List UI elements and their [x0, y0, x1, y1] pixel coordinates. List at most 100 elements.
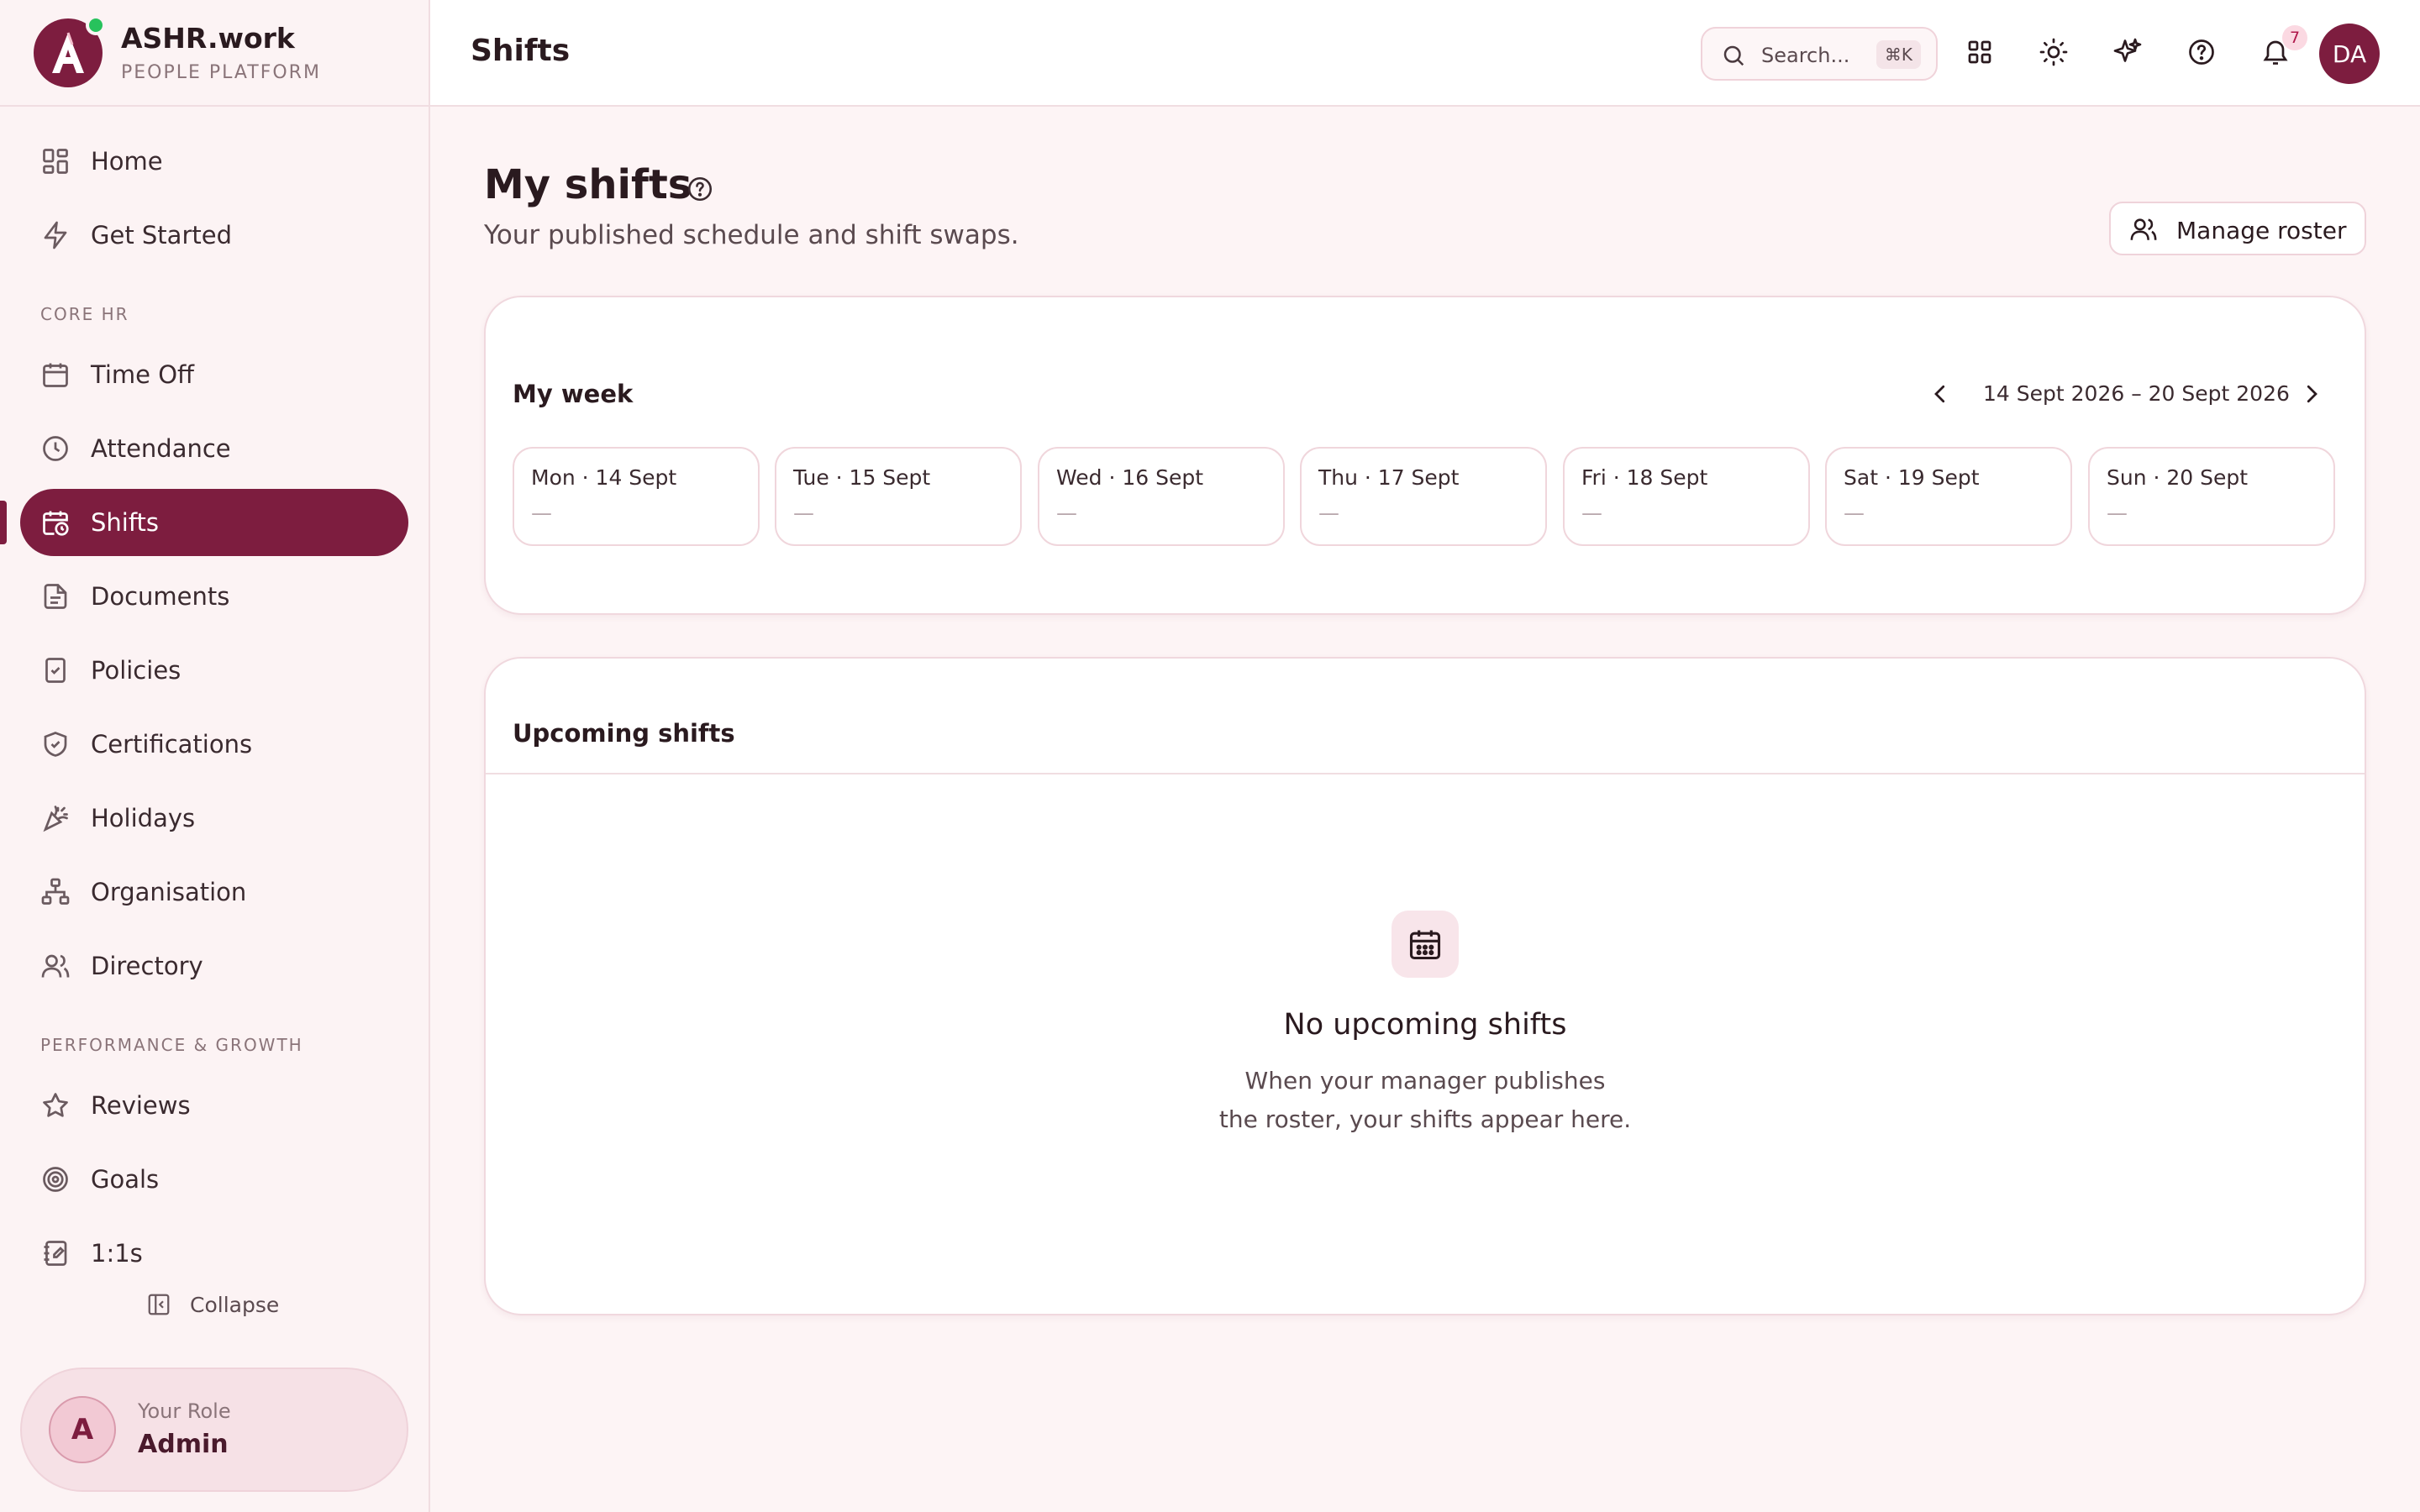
- clock-icon: [43, 436, 68, 461]
- role-avatar: A: [49, 1396, 116, 1463]
- sidebar-item-time-off[interactable]: Time Off: [20, 341, 408, 408]
- upcoming-shifts-title: Upcoming shifts: [513, 719, 735, 748]
- sidebar-item-label: Get Started: [91, 221, 232, 249]
- sidebar-item-organisation[interactable]: Organisation: [20, 858, 408, 926]
- day-card-tue[interactable]: Tue · 15 Sept —: [775, 447, 1022, 546]
- help-icon[interactable]: [2186, 37, 2217, 67]
- sidebar-item-label: Certifications: [91, 730, 253, 759]
- help-icon[interactable]: [686, 175, 714, 203]
- day-name: Tue · 15 Sept: [793, 465, 931, 490]
- sidebar-item-one-on-ones[interactable]: 1:1s: [20, 1220, 408, 1287]
- online-status-dot: [86, 15, 106, 35]
- day-shift-value: —: [1056, 501, 1077, 525]
- divider: [486, 773, 2365, 774]
- day-card-sun[interactable]: Sun · 20 Sept —: [2088, 447, 2335, 546]
- role-label: Your Role: [138, 1399, 231, 1423]
- sidebar-item-holidays[interactable]: Holidays: [20, 785, 408, 852]
- day-card-fri[interactable]: Fri · 18 Sept —: [1563, 447, 1810, 546]
- my-week-card: My week 14 Sept 2026 – 20 Sept 2026 Mon …: [484, 296, 2366, 615]
- day-name: Thu · 17 Sept: [1318, 465, 1460, 490]
- search-icon: [1723, 45, 1744, 66]
- calendar-icon: [1409, 930, 1441, 960]
- org-chart-icon: [41, 878, 70, 905]
- sun-icon[interactable]: [2039, 37, 2069, 67]
- sidebar-item-policies[interactable]: Policies: [20, 637, 408, 704]
- search-input[interactable]: Search... ⌘K: [1701, 27, 1938, 81]
- upcoming-shifts-card: Upcoming shifts No upcoming shifts When …: [484, 657, 2366, 1315]
- day-card-mon[interactable]: Mon · 14 Sept —: [513, 447, 760, 546]
- chevron-right-icon[interactable]: [2299, 381, 2324, 407]
- collapse-button[interactable]: Collapse: [146, 1292, 279, 1317]
- sidebar-item-label: Goals: [91, 1165, 160, 1194]
- brand-subtitle: PEOPLE PLATFORM: [121, 62, 321, 83]
- empty-state-description: When your manager publishes the roster, …: [486, 1062, 2365, 1139]
- empty-state-title: No upcoming shifts: [1283, 1008, 1567, 1042]
- grid-icon: [43, 149, 68, 174]
- main-subtitle: Your published schedule and shift swaps.: [484, 220, 1019, 250]
- day-shift-value: —: [2107, 501, 2128, 525]
- sidebar-item-goals[interactable]: Goals: [20, 1146, 408, 1213]
- calendar-icon: [43, 363, 68, 387]
- search-shortcut: ⌘K: [1876, 40, 1921, 69]
- chevron-left-icon[interactable]: [1928, 381, 1953, 407]
- sidebar-item-label: Home: [91, 147, 163, 176]
- empty-state-line: the roster, your shifts appear here.: [1218, 1105, 1632, 1133]
- sidebar-item-documents[interactable]: Documents: [20, 563, 408, 630]
- sidebar-item-home[interactable]: Home: [20, 128, 408, 195]
- users-icon: [41, 954, 70, 978]
- day-shift-value: —: [1318, 501, 1339, 525]
- sidebar-item-label: Holidays: [91, 804, 196, 832]
- section-label-performance: PERFORMANCE & GROWTH: [40, 1035, 303, 1055]
- sidebar-item-label: Attendance: [91, 434, 231, 463]
- my-week-title: My week: [513, 380, 634, 408]
- manage-roster-button[interactable]: Manage roster: [2109, 202, 2366, 255]
- star-icon: [43, 1093, 68, 1117]
- day-card-wed[interactable]: Wed · 16 Sept —: [1038, 447, 1285, 546]
- collapse-label: Collapse: [190, 1292, 280, 1317]
- notification-badge: 7: [2282, 25, 2307, 50]
- day-name: Sat · 19 Sept: [1844, 465, 1980, 490]
- sidebar-item-label: Directory: [91, 952, 203, 980]
- clipboard-check-icon: [45, 658, 66, 683]
- sidebar-item-label: Organisation: [91, 878, 247, 906]
- users-icon: [2130, 218, 2157, 240]
- sidebar-item-shifts[interactable]: Shifts: [20, 489, 408, 556]
- day-card-thu[interactable]: Thu · 17 Sept —: [1300, 447, 1547, 546]
- target-icon: [43, 1167, 68, 1192]
- brand: ASHR.work PEOPLE PLATFORM: [0, 0, 429, 107]
- day-name: Fri · 18 Sept: [1581, 465, 1708, 490]
- party-popper-icon: [43, 806, 68, 832]
- notebook-icon: [44, 1241, 67, 1266]
- sidebar: ASHR.work PEOPLE PLATFORM Home Get Start…: [0, 0, 430, 1512]
- manage-roster-label: Manage roster: [2176, 217, 2347, 244]
- week-range: 14 Sept 2026 – 20 Sept 2026: [1983, 381, 2290, 406]
- brand-name: ASHR.work: [121, 22, 295, 55]
- day-name: Sun · 20 Sept: [2107, 465, 2249, 490]
- apps-grid-icon[interactable]: [1965, 37, 1995, 67]
- section-label-core-hr: CORE HR: [40, 304, 129, 324]
- sidebar-item-label: Reviews: [91, 1091, 191, 1120]
- sidebar-item-reviews[interactable]: Reviews: [20, 1072, 408, 1139]
- role-card[interactable]: A Your Role Admin: [20, 1368, 408, 1492]
- day-name: Mon · 14 Sept: [531, 465, 677, 490]
- day-card-sat[interactable]: Sat · 19 Sept —: [1825, 447, 2072, 546]
- day-shift-value: —: [531, 501, 552, 525]
- main-title: My shifts: [484, 161, 692, 208]
- sidebar-item-directory[interactable]: Directory: [20, 932, 408, 1000]
- sidebar-item-get-started[interactable]: Get Started: [20, 202, 408, 269]
- user-avatar[interactable]: DA: [2319, 24, 2380, 84]
- bolt-icon: [44, 221, 67, 249]
- day-name: Wed · 16 Sept: [1056, 465, 1204, 490]
- sidebar-item-attendance[interactable]: Attendance: [20, 415, 408, 482]
- logo-a-icon: [52, 32, 84, 73]
- day-shift-value: —: [793, 501, 814, 525]
- empty-state-line: When your manager publishes: [1244, 1067, 1606, 1095]
- top-header: Shifts Search... ⌘K 7 DA: [430, 0, 2420, 107]
- sidebar-item-label: Time Off: [91, 360, 194, 389]
- page-title: Shifts: [471, 34, 571, 68]
- sidebar-item-certifications[interactable]: Certifications: [20, 711, 408, 778]
- sidebar-item-label: Policies: [91, 656, 182, 685]
- sparkles-icon[interactable]: [2112, 37, 2143, 67]
- shield-check-icon: [44, 732, 67, 757]
- document-icon: [44, 584, 67, 609]
